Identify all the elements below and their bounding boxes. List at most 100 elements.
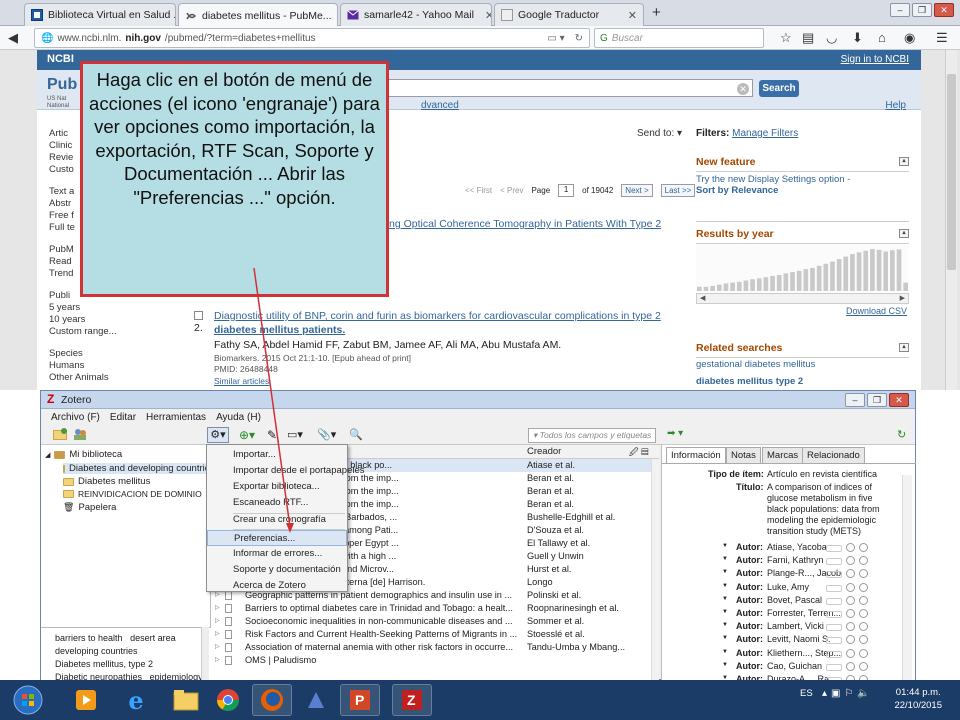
file-explorer-icon[interactable] [166, 684, 206, 716]
add-author-icon[interactable] [859, 622, 868, 632]
add-author-icon[interactable] [859, 609, 868, 618]
add-by-identifier-icon[interactable]: ✎ [267, 428, 277, 442]
collection-my-library[interactable]: ◢ Mi biblioteca [45, 449, 122, 460]
creator-type-dropdown-icon[interactable]: ▼ [722, 662, 728, 668]
title-value[interactable]: A comparison of indices of glucose metabo… [767, 482, 880, 537]
tab-pubmed[interactable]: diabetes mellitus - PubMe... ✕ [178, 3, 338, 27]
zotero-close-button[interactable]: ✕ [889, 393, 909, 407]
ncbi-logo[interactable]: NCBI [47, 53, 74, 65]
close-window-button[interactable]: ✕ [934, 3, 954, 17]
menu-item-importar[interactable]: Importar... [207, 447, 347, 463]
tab-bvs[interactable]: Biblioteca Virtual en Salud ... ✕ [24, 3, 176, 26]
remove-author-icon[interactable] [846, 648, 855, 658]
zotero-taskbar-icon[interactable]: Z [392, 684, 432, 716]
menu-item-exportar[interactable]: Exportar biblioteca... [207, 479, 347, 495]
browser-scrollbar[interactable] [945, 50, 957, 390]
creator-column-header[interactable]: Creador [527, 446, 561, 457]
author-value[interactable]: Lambert, Vicki [767, 621, 824, 631]
clear-search-icon[interactable]: ✕ [737, 83, 749, 95]
manage-filters-link[interactable]: Manage Filters [732, 128, 798, 139]
expand-icon[interactable]: ▷ [215, 602, 220, 615]
author-value[interactable]: Cao, Guichan [767, 661, 822, 671]
collection-diabetes-mellitus[interactable]: Diabetes mellitus [63, 476, 150, 487]
close-tab-icon[interactable]: ✕ [622, 9, 637, 22]
add-author-icon[interactable] [859, 543, 868, 552]
item-row[interactable]: ▷ Socioeconomic inequalities in non-commu… [211, 615, 659, 628]
attachment-icon[interactable]: 📎▾ [317, 428, 336, 441]
collapse-icon[interactable]: ▴ [899, 343, 909, 352]
scrollbar-thumb[interactable] [947, 74, 956, 270]
creator-type-dropdown-icon[interactable]: ▼ [722, 649, 728, 655]
filter-10-years[interactable]: 10 years [49, 314, 117, 326]
item-type-value[interactable]: Artículo en revista científica [767, 469, 877, 479]
locate-icon[interactable]: ➡ ▾ [667, 428, 683, 439]
remove-author-icon[interactable] [846, 569, 855, 579]
maximize-button[interactable]: ❐ [912, 3, 932, 17]
prev-page-link[interactable]: < Prev [500, 186, 523, 195]
item-row[interactable]: ▷ Risk Factors and Current Health-Seeking… [211, 628, 659, 641]
sort-by-relevance-link[interactable]: Sort by Relevance [696, 185, 778, 196]
switch-field-mode-icon[interactable] [826, 663, 842, 671]
result-2-checkbox[interactable] [194, 311, 203, 320]
minimize-button[interactable]: ‒ [890, 3, 910, 17]
remove-author-icon[interactable] [846, 661, 855, 671]
menu-icon[interactable]: ☰ [936, 30, 948, 46]
switch-field-mode-icon[interactable] [826, 637, 842, 645]
start-button[interactable] [6, 684, 50, 716]
tab-marcas[interactable]: Marcas [762, 447, 804, 463]
switch-field-mode-icon[interactable] [826, 558, 842, 566]
remove-author-icon[interactable] [846, 595, 855, 605]
tag[interactable]: Diabetes mellitus, type 2 [55, 658, 211, 671]
download-csv-link[interactable]: Download CSV [846, 306, 907, 316]
menu-archivo[interactable]: Archivo (F) [51, 412, 100, 423]
browser-search-input[interactable]: G Buscar [594, 28, 764, 48]
expand-icon[interactable]: ▷ [215, 628, 220, 641]
add-author-icon[interactable] [859, 582, 868, 592]
media-player-icon[interactable] [66, 684, 106, 716]
menu-herramientas[interactable]: Herramientas [146, 412, 206, 423]
collection-reinvidicacion[interactable]: REINVIDICACION DE DOMINIO [63, 489, 202, 499]
add-author-icon[interactable] [859, 556, 868, 566]
menu-item-soporte[interactable]: Soporte y documentación [207, 562, 347, 578]
creator-type-dropdown-icon[interactable]: ▼ [722, 583, 728, 589]
result-2-title-line2[interactable]: diabetes mellitus patients. [214, 324, 345, 336]
author-value[interactable]: Farni, Kathryn [767, 555, 824, 565]
switch-field-mode-icon[interactable] [826, 584, 842, 592]
tab-yahoo-mail[interactable]: samarle42 - Yahoo Mail ✕ [340, 3, 492, 26]
item-row[interactable]: ▷ Barriers to optimal diabetes care in Tr… [211, 602, 659, 615]
internet-explorer-icon[interactable]: e [116, 684, 156, 716]
search-button[interactable]: Search [759, 80, 799, 97]
remove-author-icon[interactable] [846, 609, 855, 618]
switch-field-mode-icon[interactable] [826, 597, 842, 605]
zotero-minimize-button[interactable]: ‒ [845, 393, 865, 407]
author-value[interactable]: Luke, Amy [767, 582, 809, 592]
chat-icon[interactable]: ◉ [904, 30, 915, 46]
pubmed-logo[interactable]: Pub [47, 76, 77, 94]
collection-trash[interactable]: 🗑 Papelera [63, 502, 116, 513]
advanced-link[interactable]: dvanced [421, 100, 459, 111]
expand-icon[interactable]: ▷ [215, 641, 220, 654]
reader-icon[interactable]: ▭ ▾ [547, 33, 564, 44]
remove-author-icon[interactable] [846, 622, 855, 632]
menu-item-cronografia[interactable]: Crear una cronografía [207, 512, 347, 528]
related-search-1[interactable]: gestational diabetes mellitus [696, 359, 815, 370]
result-1-title[interactable]: ng Optical Coherence Tomography in Patie… [389, 218, 661, 230]
collection-diabetes-developing[interactable]: Diabetes and developing countries [63, 463, 215, 474]
zotero-maximize-button[interactable]: ❐ [867, 393, 887, 407]
switch-field-mode-icon[interactable] [826, 571, 842, 579]
creator-type-dropdown-icon[interactable]: ▼ [722, 622, 728, 628]
tab-relacionado[interactable]: Relacionado [802, 447, 865, 463]
download-icon[interactable]: ⬇ [852, 30, 863, 46]
menu-editar[interactable]: Editar [110, 412, 136, 423]
year-chart-scrollbar[interactable]: ◀ ▶ [696, 293, 909, 304]
switch-field-mode-icon[interactable] [826, 545, 842, 552]
taskbar-clock[interactable]: 01:44 p.m. 22/10/2015 [894, 686, 942, 712]
switch-field-mode-icon[interactable] [826, 650, 842, 658]
add-author-icon[interactable] [859, 569, 868, 579]
creator-type-dropdown-icon[interactable]: ▼ [722, 609, 728, 615]
url-bar[interactable]: 🌐 www.ncbi.nlm. nih.gov/pubmed/?term=diab… [34, 28, 590, 48]
tags-scrollbar[interactable] [201, 627, 209, 681]
remove-author-icon[interactable] [846, 556, 855, 566]
menu-item-acerca[interactable]: Acerca de Zotero [207, 578, 347, 594]
add-author-icon[interactable] [859, 661, 868, 671]
